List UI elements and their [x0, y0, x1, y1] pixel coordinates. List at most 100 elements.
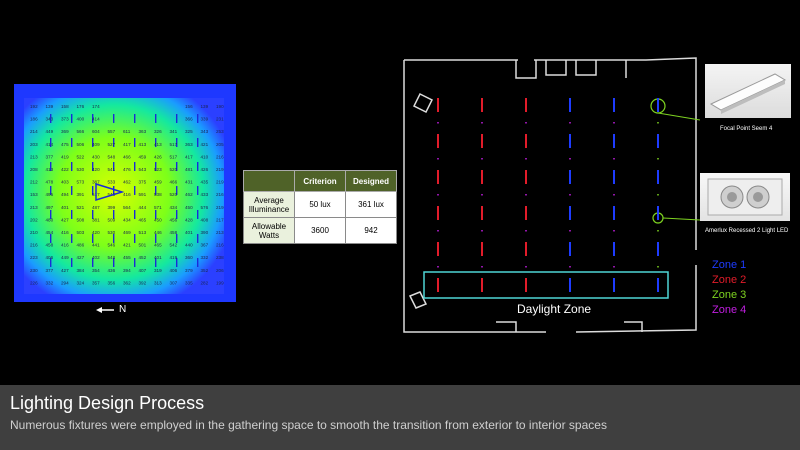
amerlux-fixture-caption: Amerlux Recessed 2 Light LED — [705, 228, 789, 234]
heatmap-value: 153 — [30, 192, 38, 197]
heatmap-value: 557 — [108, 129, 116, 134]
downlight — [525, 230, 527, 232]
heatmap-value: 401 — [185, 230, 193, 235]
heatmap-value: 307 — [170, 280, 178, 285]
heatmap-value: 407 — [139, 268, 147, 273]
criteria-row-criterion: 50 lux — [294, 191, 346, 218]
heatmap-value: 543 — [139, 167, 147, 172]
heatmap-value: 391 — [77, 192, 85, 197]
heatmap-value: 216 — [216, 243, 224, 248]
downlight — [657, 122, 659, 124]
heatmap-value: 343 — [46, 117, 54, 122]
heatmap-value: 403 — [61, 180, 69, 185]
criteria-row-label: Average Illuminance — [243, 191, 295, 218]
heatmap-value: 253 — [216, 129, 224, 134]
heatmap-value: 326 — [154, 129, 162, 134]
heatmap-fixture — [71, 114, 73, 123]
downlight — [525, 158, 527, 160]
heatmap-value: 530 — [108, 230, 116, 235]
heatmap-value: 400 — [77, 117, 85, 122]
heatmap-value: 414 — [46, 142, 54, 147]
downlight — [657, 266, 659, 268]
heatmap-value: 377 — [46, 268, 54, 273]
luminaire — [569, 134, 571, 148]
heatmap-value: 548 — [108, 154, 116, 159]
luminaire — [481, 170, 483, 184]
recessed-fixture-icon — [707, 178, 783, 216]
heatmap-value: 421 — [123, 243, 131, 248]
heatmap-value: 480 — [46, 217, 54, 222]
heatmap-fixture — [113, 114, 115, 123]
heatmap-value: 573 — [77, 180, 85, 185]
zone-3-legend: Zone 3 — [712, 289, 747, 301]
heatmap-value: 341 — [170, 129, 178, 134]
heatmap-value: 427 — [77, 255, 85, 260]
heatmap-value: 190 — [216, 104, 224, 109]
heatmap-value: 377 — [46, 154, 54, 159]
luminaire — [525, 278, 527, 292]
luminaire — [437, 170, 439, 184]
heatmap-value: 508 — [77, 217, 85, 222]
heatmap-value: 604 — [92, 129, 100, 134]
heatmap-value: 417 — [185, 154, 193, 159]
luminaire — [613, 242, 615, 256]
heatmap-value: 494 — [61, 192, 69, 197]
heatmap-value: 475 — [61, 142, 69, 147]
heatmap-value: 332 — [201, 255, 209, 260]
heatmap-value: 192 — [30, 104, 38, 109]
heatmap-value: 576 — [201, 205, 209, 210]
heatmap-value: 208 — [30, 167, 38, 172]
luminaire — [437, 134, 439, 148]
heatmap-value: 452 — [139, 255, 147, 260]
heatmap-value: 294 — [61, 280, 69, 285]
heatmap-value: 213 — [30, 205, 38, 210]
heatmap-value: 426 — [201, 167, 209, 172]
floor-plan-walls — [403, 57, 697, 333]
luminaire — [481, 134, 483, 148]
luminaire — [569, 170, 571, 184]
heatmap-value: 406 — [46, 255, 54, 260]
heatmap-value: 521 — [77, 205, 85, 210]
heatmap-value: 363 — [139, 129, 147, 134]
heatmap-value: 434 — [170, 205, 178, 210]
heatmap-value: 406 — [170, 268, 178, 273]
heatmap-fixture — [176, 114, 178, 123]
luminaire — [437, 242, 439, 256]
heatmap-value: 571 — [154, 205, 162, 210]
heatmap-value: 186 — [30, 117, 38, 122]
downlight — [569, 158, 571, 160]
focal-callout-line — [657, 112, 700, 121]
heatmap-value: 362 — [123, 280, 131, 285]
heatmap-value: 449 — [61, 255, 69, 260]
heatmap-fixture — [134, 186, 136, 195]
heatmap-value: 203 — [30, 142, 38, 147]
heatmap-fixture — [197, 258, 199, 267]
heatmap-value: 456 — [170, 217, 178, 222]
heatmap-value: 538 — [154, 192, 162, 197]
heatmap-value: 213 — [216, 230, 224, 235]
heatmap-value: 357 — [92, 280, 100, 285]
heatmap-value: 421 — [201, 142, 209, 147]
heatmap-value: 495 — [46, 192, 54, 197]
heatmap-value: 369 — [61, 129, 69, 134]
downlight — [437, 122, 439, 124]
luminaire — [613, 170, 615, 184]
heatmap-value: 420 — [92, 167, 100, 172]
heatmap-value: 174 — [92, 104, 100, 109]
criteria-row-criterion: 3600 — [294, 217, 346, 244]
heatmap-value: 522 — [77, 154, 85, 159]
heatmap-value: 481 — [185, 167, 193, 172]
heatmap-fixture — [71, 162, 73, 171]
heatmap-value: 319 — [154, 268, 162, 273]
heatmap-value: 206 — [216, 268, 224, 273]
north-arrow-icon — [96, 307, 114, 313]
heatmap-value: 410 — [201, 154, 209, 159]
luminaire — [525, 134, 527, 148]
heatmap-value: 533 — [108, 180, 116, 185]
luminaire — [569, 278, 571, 292]
heatmap-value: 530 — [77, 167, 85, 172]
heatmap-fixture — [71, 186, 73, 195]
heatmap-value: 450 — [154, 217, 162, 222]
heatmap-value: 465 — [154, 243, 162, 248]
heatmap-value: 409 — [92, 142, 100, 147]
